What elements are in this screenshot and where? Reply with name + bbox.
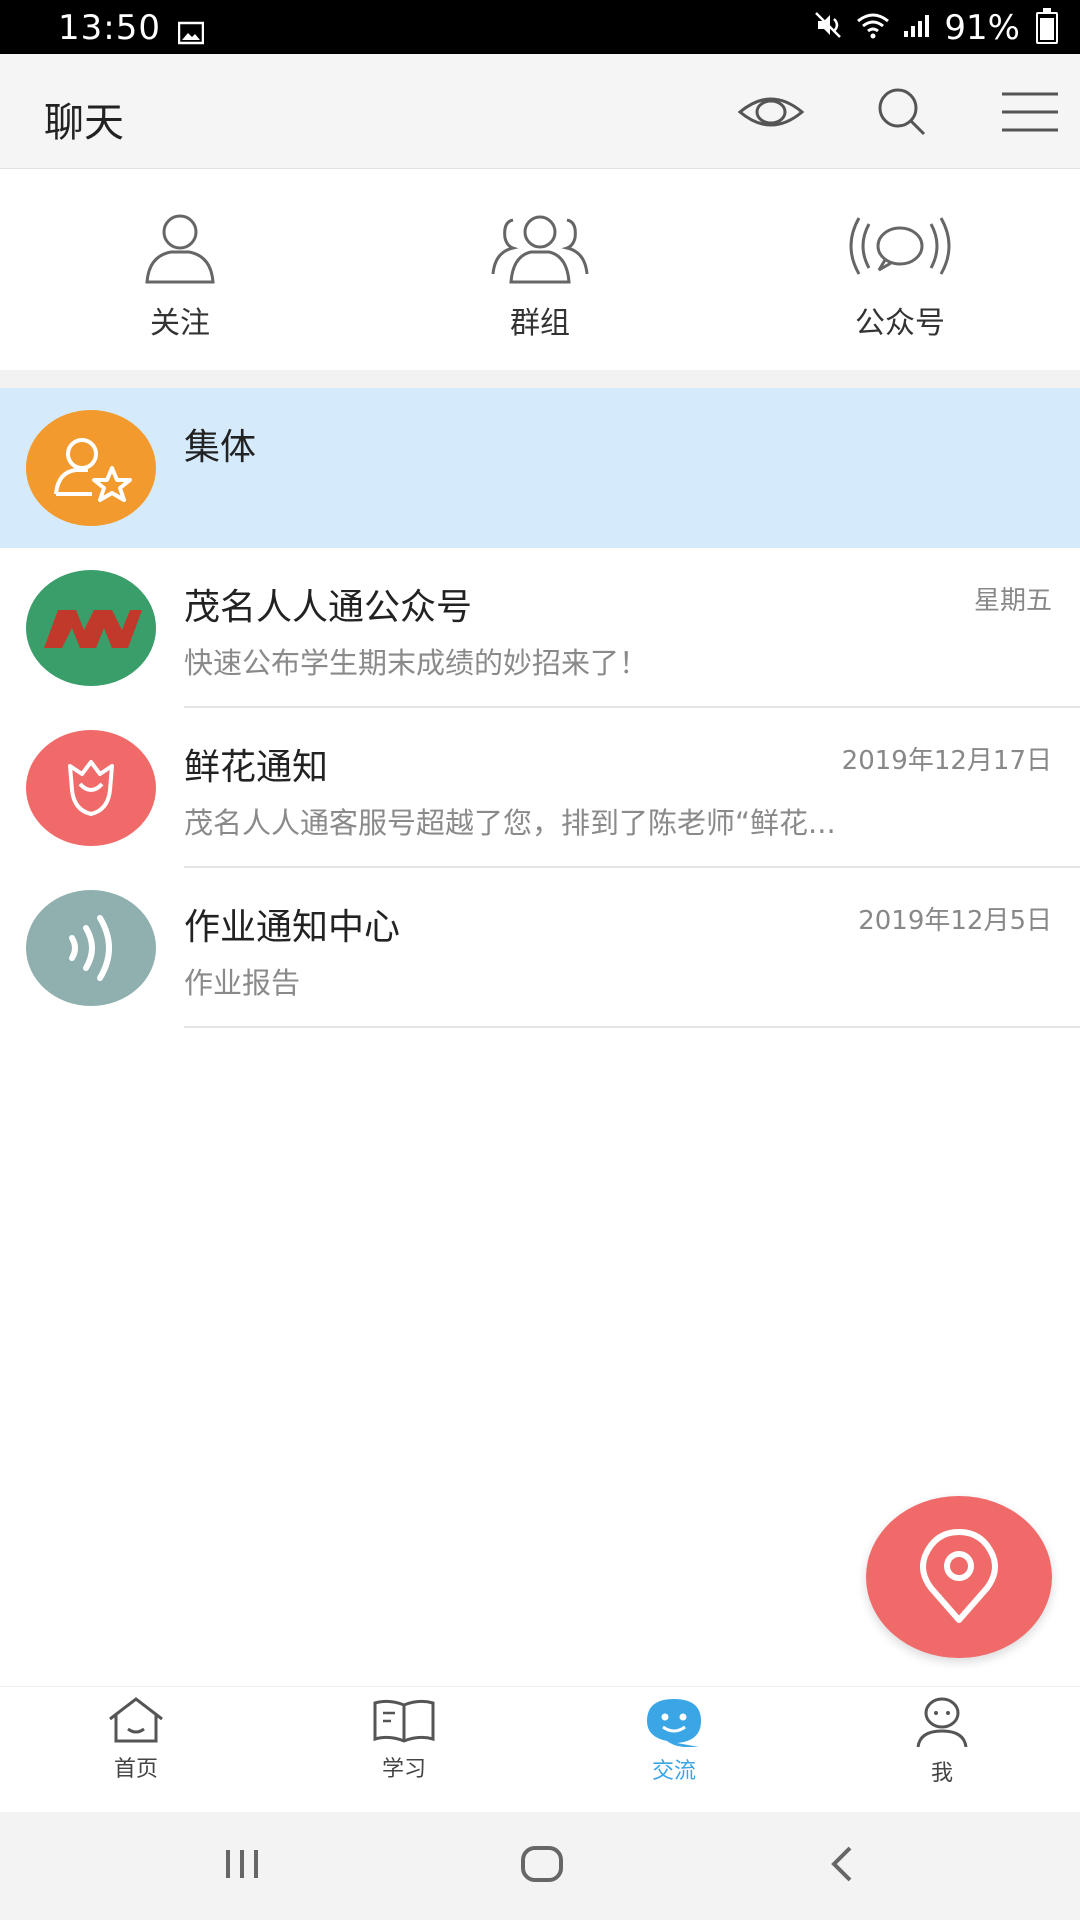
bottom-nav: 首页 学习 交流 我 xyxy=(0,1686,1080,1813)
conversation-row[interactable]: 鲜花通知 2019年12月17日 茂名人人通客服号超越了您，排到了陈老师“鲜花.… xyxy=(0,708,1080,868)
menu-icon[interactable] xyxy=(996,84,1066,140)
collective-avatar xyxy=(26,410,156,526)
wifi-icon xyxy=(856,8,890,48)
chat-icon xyxy=(647,1699,701,1748)
conversation-name: 作业通知中心 xyxy=(184,907,401,948)
signal-icon xyxy=(902,8,932,48)
group-icon xyxy=(491,215,589,284)
book-icon xyxy=(373,1699,435,1743)
profile-icon xyxy=(916,1697,968,1748)
app-bar: 聊天 xyxy=(0,54,1080,169)
status-time: 13:50 xyxy=(58,8,161,48)
system-nav-bar xyxy=(0,1812,1080,1920)
conversation-row[interactable]: 茂名人人通公众号 星期五 快速公布学生期末成绩的妙招来了！ xyxy=(0,548,1080,708)
flower-avatar xyxy=(26,730,156,846)
tab-label: 首页 xyxy=(113,1757,158,1782)
conversation-time: 2019年12月17日 xyxy=(841,746,1052,776)
tab-label: 我 xyxy=(930,1761,953,1786)
row-divider xyxy=(184,1026,1080,1028)
quick-actions: 关注 群组 公众号 xyxy=(0,170,1080,370)
section-separator xyxy=(0,370,1080,388)
status-bar: 13:50 91% xyxy=(0,0,1080,54)
tab-label: 交流 xyxy=(651,1759,696,1784)
home-icon xyxy=(109,1697,163,1743)
broadcast-icon xyxy=(849,217,951,275)
battery-icon xyxy=(1036,8,1058,44)
tab-study[interactable]: 学习 xyxy=(324,1695,484,1783)
eye-icon[interactable] xyxy=(736,84,806,140)
search-icon[interactable] xyxy=(868,84,938,140)
image-icon xyxy=(177,14,205,54)
quick-action-follow[interactable]: 关注 xyxy=(80,208,280,342)
conversation-row[interactable]: 集体 xyxy=(0,388,1080,548)
conversation-preview: 作业报告 xyxy=(184,966,301,1000)
tab-exchange[interactable]: 交流 xyxy=(594,1695,754,1785)
page-title: 聊天 xyxy=(44,100,124,146)
conversation-name: 鲜花通知 xyxy=(184,747,329,788)
conversation-time: 2019年12月5日 xyxy=(858,906,1052,936)
mute-icon xyxy=(814,8,844,48)
conversation-preview: 茂名人人通客服号超越了您，排到了陈老师“鲜花... xyxy=(184,806,836,840)
conversation-name: 集体 xyxy=(184,427,257,468)
conversation-name: 茂名人人通公众号 xyxy=(184,587,473,628)
person-icon xyxy=(145,214,215,284)
maoming-logo-avatar xyxy=(26,570,156,686)
homework-avatar xyxy=(26,890,156,1006)
recent-apps-button[interactable] xyxy=(220,1842,264,1890)
battery-percent: 91% xyxy=(944,8,1020,48)
home-button[interactable] xyxy=(518,1842,566,1890)
conversation-list: 集体 茂名人人通公众号 星期五 快速公布学生期末成绩的妙招来了！ 鲜花通知 20… xyxy=(0,388,1080,1028)
quick-action-public-accounts[interactable]: 公众号 xyxy=(800,208,1000,342)
location-pin-icon xyxy=(920,1529,998,1623)
conversation-preview: 快速公布学生期末成绩的妙招来了！ xyxy=(184,646,649,680)
quick-action-label: 公众号 xyxy=(855,306,945,341)
conversation-row[interactable]: 作业通知中心 2019年12月5日 作业报告 xyxy=(0,868,1080,1028)
quick-action-label: 关注 xyxy=(150,306,210,341)
back-button[interactable] xyxy=(822,1842,866,1890)
quick-action-label: 群组 xyxy=(510,306,570,341)
tab-label: 学习 xyxy=(381,1757,426,1782)
conversation-time: 星期五 xyxy=(973,586,1052,616)
tab-me[interactable]: 我 xyxy=(862,1695,1022,1787)
tab-home[interactable]: 首页 xyxy=(56,1695,216,1783)
location-fab[interactable] xyxy=(866,1496,1052,1658)
quick-action-groups[interactable]: 群组 xyxy=(440,208,640,342)
